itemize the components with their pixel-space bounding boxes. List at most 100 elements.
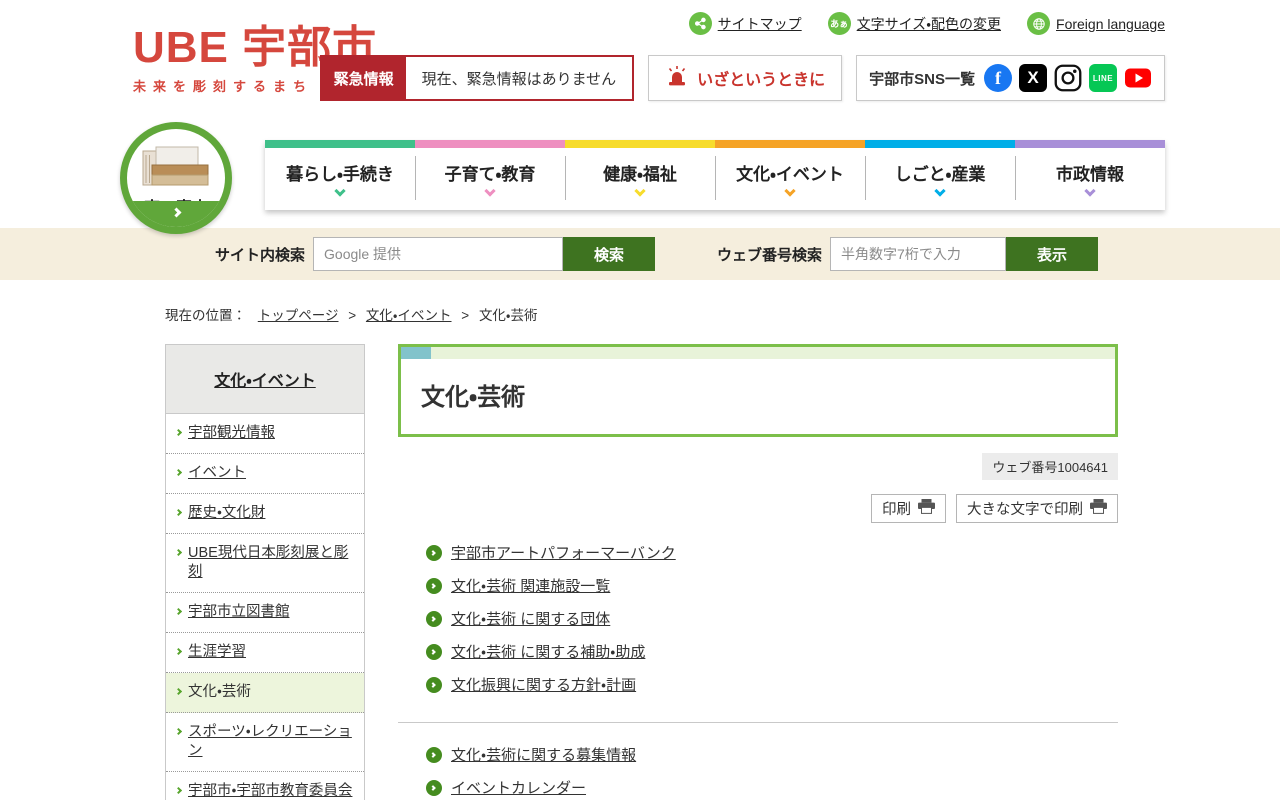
chevron-right-icon: [174, 548, 183, 557]
nav-item-label: 文化・イベント: [736, 165, 844, 184]
link-label: 文字サイズ・配色の変更: [856, 15, 1002, 32]
sidebar-item-sculpture[interactable]: UBE現代日本彫刻展と彫刻: [166, 534, 364, 593]
chevron-right-icon: [174, 647, 183, 656]
nav-stripe: [265, 140, 415, 148]
secondary-link-list: 文化・芸術に関する募集情報 イベントカレンダー: [426, 745, 1118, 797]
web-number-badge: ウェブ番号1004641: [982, 453, 1118, 480]
site-header: UBE 宇部市 未来を彫刻するまち サイトマップ あぁ 文字サイズ・配色の変更 …: [0, 0, 1280, 140]
chevron-right-icon: [174, 727, 183, 736]
link-subsidies[interactable]: 文化・芸術 に関する補助・助成: [426, 642, 1118, 661]
breadcrumb-separator: >: [461, 308, 470, 323]
nav-item-living[interactable]: 暮らし・手続き: [265, 140, 415, 210]
sidebar-item-events[interactable]: イベント: [166, 454, 364, 494]
printer-icon: [1090, 499, 1107, 518]
siren-icon: [665, 65, 689, 92]
emergency-message: 現在、緊急情報はありません: [421, 70, 617, 88]
chevron-right-icon: [174, 786, 183, 795]
nav-stripe: [565, 140, 715, 148]
sidebar-menu: 文化・イベント 宇部観光情報 イベント 歴史・文化財 UBE現代日本彫刻展と彫刻…: [165, 344, 365, 800]
window-guide-button[interactable]: 窓口案内: [120, 122, 232, 234]
chevron-right-icon: [174, 687, 183, 696]
link-recruitment-info[interactable]: 文化・芸術に関する募集情報: [426, 745, 1118, 764]
sidebar-item-culture-arts[interactable]: 文化・芸術: [166, 673, 364, 713]
main-navigation: 暮らし・手続き 子育て・教育 健康・福祉 文化・イベント しごと・産業 市政情報: [0, 122, 1280, 234]
print-large-button[interactable]: 大きな文字で印刷: [956, 494, 1118, 523]
globe-icon: [1027, 12, 1051, 35]
chevron-down-icon: [484, 185, 496, 197]
site-search-label: サイト内検索: [215, 246, 306, 264]
sidebar-item-sports[interactable]: スポーツ・レクリエーション: [166, 713, 364, 772]
breadcrumb-current: 文化・芸術: [478, 308, 538, 323]
breadcrumb-label: 現在の位置：: [165, 308, 246, 323]
arrow-circle-icon: [426, 643, 442, 660]
x-twitter-icon[interactable]: X: [1019, 64, 1047, 92]
primary-link-list: 宇部市アートパフォーマーバンク 文化・芸術 関連施設一覧 文化・芸術 に関する団…: [426, 543, 1118, 694]
page-title: 文化・芸術: [421, 384, 526, 411]
link-organizations[interactable]: 文化・芸術 に関する団体: [426, 609, 1118, 628]
youtube-icon[interactable]: [1124, 64, 1152, 92]
nav-item-childcare[interactable]: 子育て・教育: [415, 140, 565, 210]
chevron-right-icon: [174, 468, 183, 477]
sitemap-icon: [688, 12, 712, 35]
nav-item-health[interactable]: 健康・福祉: [565, 140, 715, 210]
print-button[interactable]: 印刷: [871, 494, 946, 523]
chevron-down-icon: [1084, 185, 1096, 197]
link-policy-plans[interactable]: 文化振興に関する方針・計画: [426, 675, 1118, 694]
chevron-right-icon: [127, 201, 225, 227]
emergency-label: 緊急情報: [321, 57, 406, 99]
breadcrumb-link-home[interactable]: トップページ: [258, 308, 339, 323]
show-button[interactable]: 表示: [1006, 237, 1099, 271]
emergency-guide-label: いざというときに: [697, 72, 826, 89]
sidebar-item-history[interactable]: 歴史・文化財: [166, 494, 364, 534]
printer-icon: [918, 499, 935, 518]
nav-bar: 暮らし・手続き 子育て・教育 健康・福祉 文化・イベント しごと・産業 市政情報: [265, 140, 1165, 210]
link-art-performer-bank[interactable]: 宇部市アートパフォーマーバンク: [426, 543, 1118, 562]
emergency-guide-button[interactable]: いざというときに: [648, 55, 843, 101]
nav-item-label: 暮らし・手続き: [286, 165, 394, 184]
chevron-down-icon: [784, 185, 796, 197]
instagram-icon[interactable]: [1054, 64, 1082, 92]
line-icon[interactable]: LINE: [1089, 64, 1117, 92]
link-label: サイトマップ: [717, 15, 802, 32]
arrow-circle-icon: [426, 746, 442, 763]
title-tab: [401, 347, 431, 359]
section-divider: [398, 722, 1118, 723]
sidebar-item-lifelong-learning[interactable]: 生涯学習: [166, 633, 364, 673]
site-search-input[interactable]: [313, 237, 564, 271]
sidebar-item-sponsorship[interactable]: 宇部市・宇部市教育委員会後援申請: [166, 772, 364, 800]
sidebar-title[interactable]: 文化・イベント: [166, 345, 364, 414]
breadcrumb: 現在の位置： トップページ > 文化・イベント > 文化・芸術: [115, 280, 1165, 324]
nav-item-work[interactable]: しごと・産業: [865, 140, 1015, 210]
link-foreign-language[interactable]: Foreign language: [1027, 12, 1165, 35]
breadcrumb-link-culture[interactable]: 文化・イベント: [366, 308, 452, 323]
sidebar-item-tourism[interactable]: 宇部観光情報: [166, 414, 364, 454]
print-buttons: 印刷 大きな文字で印刷: [398, 494, 1118, 523]
link-sitemap[interactable]: サイトマップ: [688, 12, 802, 35]
chevron-down-icon: [934, 185, 946, 197]
nav-item-label: 子育て・教育: [444, 165, 536, 184]
chevron-right-icon: [174, 428, 183, 437]
web-number-label: ウェブ番号検索: [717, 246, 823, 264]
nav-item-label: 市政情報: [1056, 165, 1124, 184]
chevron-down-icon: [334, 185, 346, 197]
link-text-size[interactable]: あぁ 文字サイズ・配色の変更: [827, 12, 1002, 35]
chevron-right-icon: [174, 508, 183, 517]
link-facilities[interactable]: 文化・芸術 関連施設一覧: [426, 576, 1118, 595]
nav-item-government[interactable]: 市政情報: [1015, 140, 1165, 210]
nav-stripe: [415, 140, 565, 148]
nav-item-culture[interactable]: 文化・イベント: [715, 140, 865, 210]
building-icon: [140, 145, 212, 192]
sidebar-item-library[interactable]: 宇部市立図書館: [166, 593, 364, 633]
breadcrumb-separator: >: [348, 308, 357, 323]
sns-list-label: 宇部市SNS一覧: [869, 70, 975, 88]
chevron-down-icon: [634, 185, 646, 197]
facebook-icon[interactable]: f: [984, 64, 1012, 92]
arrow-circle-icon: [426, 676, 442, 693]
web-number-input[interactable]: [830, 237, 1007, 271]
link-event-calendar[interactable]: イベントカレンダー: [426, 778, 1118, 797]
utility-links: サイトマップ あぁ 文字サイズ・配色の変更 Foreign language: [688, 12, 1165, 35]
sns-list: 宇部市SNS一覧 f X LINE: [856, 55, 1165, 101]
search-button[interactable]: 検索: [563, 237, 656, 271]
nav-stripe: [1015, 140, 1165, 148]
arrow-circle-icon: [426, 544, 442, 561]
